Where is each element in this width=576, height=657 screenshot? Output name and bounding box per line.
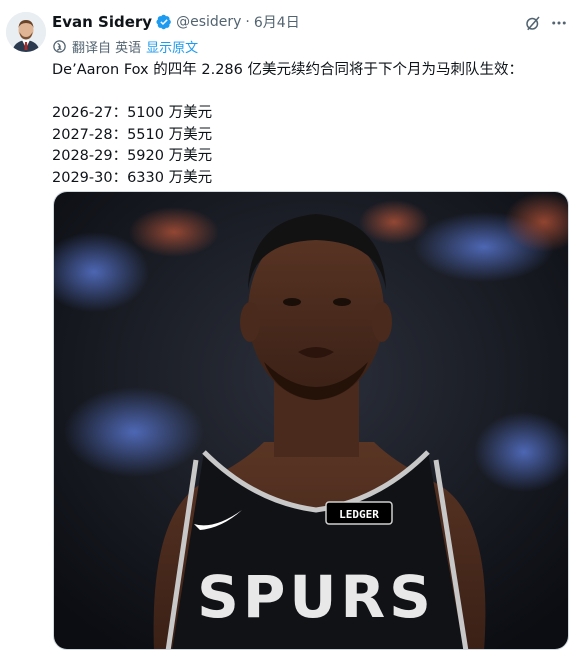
translate-icon bbox=[52, 39, 67, 54]
show-original-link[interactable]: 显示原文 bbox=[146, 37, 198, 56]
translation-info: 翻译自 英语 显示原文 bbox=[52, 37, 198, 56]
jersey-patch-text: LEDGER bbox=[339, 508, 379, 521]
contract-line: 2027-28：5510 万美元 bbox=[52, 126, 213, 143]
translated-from-label: 翻译自 英语 bbox=[72, 40, 142, 56]
player-photo: LEDGER SPURS bbox=[54, 192, 568, 649]
tweet-intro: De’Aaron Fox 的四年 2.286 亿美元续约合同将于下个月为马刺队生… bbox=[52, 62, 523, 78]
contract-line: 2029-30：6330 万美元 bbox=[52, 169, 213, 186]
tweet-text: De’Aaron Fox 的四年 2.286 亿美元续约合同将于下个月为马刺队生… bbox=[52, 60, 568, 189]
grok-icon[interactable] bbox=[522, 12, 544, 34]
more-icon[interactable] bbox=[548, 12, 570, 34]
author-avatar[interactable] bbox=[6, 12, 46, 52]
separator-dot: · bbox=[245, 14, 250, 30]
contract-line: 2026-27：5100 万美元 bbox=[52, 105, 213, 121]
contract-line: 2028-29：5920 万美元 bbox=[52, 148, 213, 164]
tweet-photo[interactable]: LEDGER SPURS bbox=[53, 191, 569, 650]
author-handle[interactable]: @esidery bbox=[176, 14, 241, 30]
jersey-wordmark: SPURS bbox=[197, 563, 435, 631]
tweet-date[interactable]: 6月4日 bbox=[254, 12, 300, 32]
author-name[interactable]: Evan Sidery bbox=[52, 13, 152, 31]
tweet-header: Evan Sidery @esidery · 6月4日 bbox=[52, 12, 300, 32]
avatar-image bbox=[6, 12, 46, 52]
verified-badge-icon bbox=[156, 14, 172, 30]
